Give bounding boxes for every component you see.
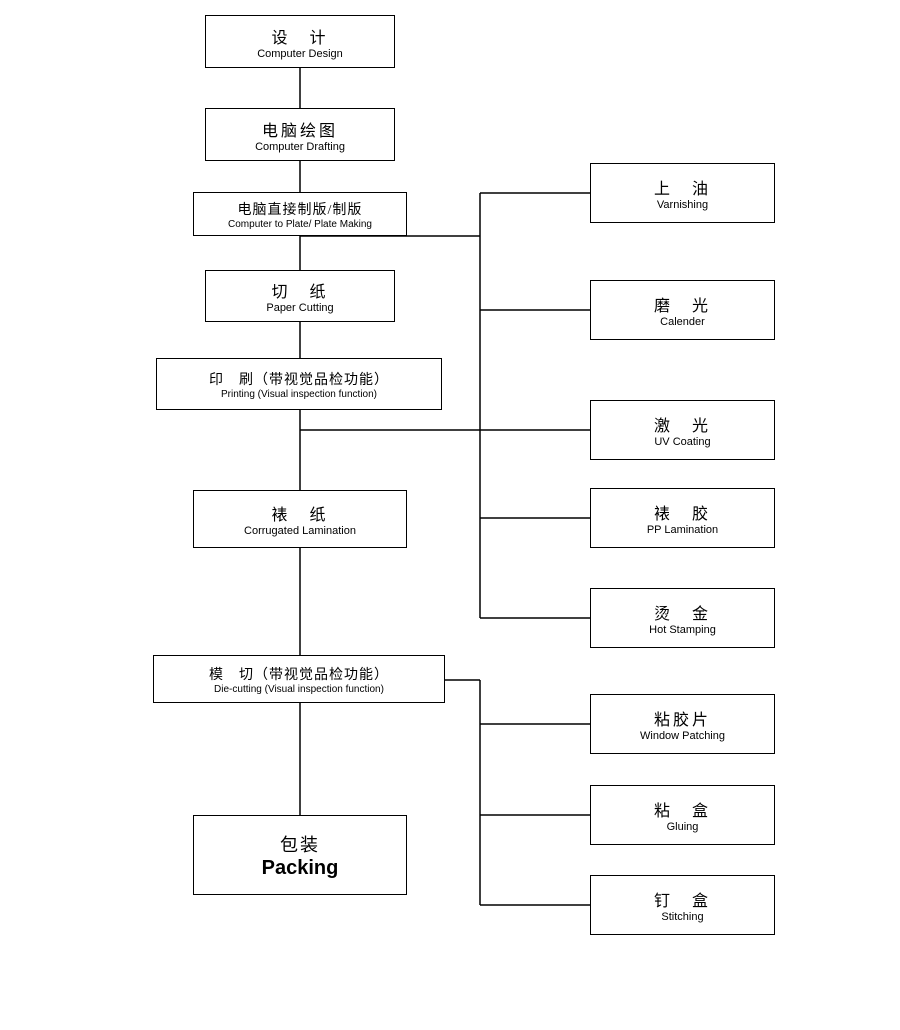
die-cutting-en: Die-cutting (Visual inspection function) [214,684,384,695]
uv-en: UV Coating [654,436,710,448]
computer-drafting-node: 电脑绘图 Computer Drafting [205,108,395,161]
pp-en: PP Lamination [647,524,718,536]
plate-making-en: Computer to Plate/ Plate Making [228,219,372,230]
hot-stamping-en: Hot Stamping [649,624,716,636]
stitching-en: Stitching [661,911,703,923]
uv-coating-node: 激 光 UV Coating [590,400,775,460]
stitching-node: 钉 盒 Stitching [590,875,775,935]
window-patching-en: Window Patching [640,730,725,742]
pp-cn: 裱 胶 [654,500,711,524]
plate-making-cn: 电脑直接制版/制版 [238,199,363,219]
calender-node: 磨 光 Calender [590,280,775,340]
printing-cn: 印 刷（带视觉品检功能） [209,369,389,389]
paper-cutting-en: Paper Cutting [266,302,333,314]
die-cutting-cn: 模 切（带视觉品检功能） [209,664,389,684]
packing-en: Packing [262,857,339,880]
gluing-node: 粘 盒 Gluing [590,785,775,845]
varnishing-cn: 上 油 [654,175,711,199]
process-diagram: 设 计 Computer Design 电脑绘图 Computer Drafti… [0,0,900,1030]
stitching-cn: 钉 盒 [654,887,711,911]
die-cutting-node: 模 切（带视觉品检功能） Die-cutting (Visual inspect… [153,655,445,703]
printing-en: Printing (Visual inspection function) [221,389,377,400]
corrugated-en: Corrugated Lamination [244,525,356,537]
calender-cn: 磨 光 [654,292,711,316]
printing-node: 印 刷（带视觉品检功能） Printing (Visual inspection… [156,358,442,410]
plate-making-node: 电脑直接制版/制版 Computer to Plate/ Plate Makin… [193,192,407,236]
computer-drafting-en: Computer Drafting [255,141,345,153]
packing-node: 包装 Packing [193,815,407,895]
corrugated-cn: 裱 纸 [271,501,328,525]
paper-cutting-node: 切 纸 Paper Cutting [205,270,395,322]
computer-design-cn: 设 计 [271,24,328,48]
window-patching-cn: 粘胶片 [654,706,711,730]
pp-lamination-node: 裱 胶 PP Lamination [590,488,775,548]
uv-cn: 激 光 [654,412,711,436]
varnishing-node: 上 油 Varnishing [590,163,775,223]
gluing-en: Gluing [667,821,699,833]
packing-cn: 包装 [280,831,320,857]
hot-stamping-cn: 烫 金 [654,600,711,624]
window-patching-node: 粘胶片 Window Patching [590,694,775,754]
gluing-cn: 粘 盒 [654,797,711,821]
corrugated-lamination-node: 裱 纸 Corrugated Lamination [193,490,407,548]
computer-design-node: 设 计 Computer Design [205,15,395,68]
calender-en: Calender [660,316,705,328]
computer-drafting-cn: 电脑绘图 [262,117,338,141]
computer-design-en: Computer Design [257,48,343,60]
varnishing-en: Varnishing [657,199,708,211]
hot-stamping-node: 烫 金 Hot Stamping [590,588,775,648]
paper-cutting-cn: 切 纸 [271,278,328,302]
